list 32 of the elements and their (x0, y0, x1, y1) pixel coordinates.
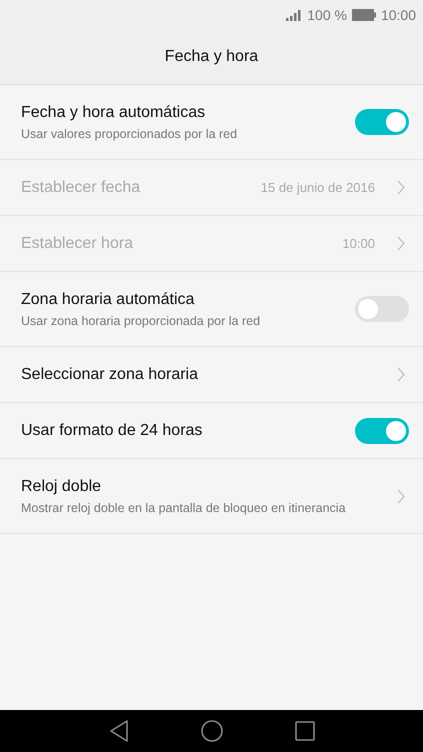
setting-title: Establecer hora (21, 234, 134, 252)
chevron-icon (397, 488, 405, 504)
setting-title: Reloj doble (21, 478, 102, 496)
setting-description: Usar zona horaria proporcionada por la red (21, 314, 262, 328)
setting-description: Usar valores proporcionados por la red (21, 126, 238, 140)
chevron-icon (397, 236, 405, 251)
chevron-icon (397, 367, 405, 382)
settings-row[interactable]: Reloj doble Mostrar reloj doble en la pantalla de bloqueo en itinerancia (0, 459, 423, 534)
signal-icon (286, 10, 302, 20)
settings-row[interactable]: Fecha y hora automáticas Usar valores proporcionados por la red (0, 85, 423, 160)
setting-value: 10:00 (342, 236, 375, 251)
chevron-icon (397, 180, 405, 195)
toggle-switch[interactable] (355, 109, 409, 135)
screen-title: Fecha y hora (164, 48, 258, 66)
toggle-switch[interactable] (355, 418, 409, 444)
home-icon[interactable] (200, 720, 222, 742)
settings-row[interactable]: Seleccionar zona horaria (0, 347, 423, 403)
battery-icon (352, 9, 376, 21)
setting-title: Fecha y hora automáticas (21, 104, 206, 122)
setting-title: Zona horaria automática (21, 290, 196, 308)
setting-title: Usar formato de 24 horas (21, 422, 204, 440)
settings-row[interactable]: Usar formato de 24 horas (0, 403, 423, 459)
settings-row[interactable]: Zona horaria automática Usar zona horaria proporcionada por la red (0, 272, 423, 347)
setting-title: Seleccionar zona horaria (21, 366, 199, 384)
clock: 10:00 (380, 7, 416, 23)
setting-description: Mostrar reloj doble en la pantalla de bloqueo en itinerancia (21, 500, 347, 514)
setting-value: 15 de junio de 2016 (260, 180, 375, 195)
toggle-switch[interactable] (355, 296, 409, 322)
battery-percent: 100 % (307, 7, 347, 23)
recents-icon[interactable] (294, 721, 314, 741)
setting-title: Establecer fecha (21, 178, 142, 196)
back-icon[interactable] (108, 720, 128, 742)
